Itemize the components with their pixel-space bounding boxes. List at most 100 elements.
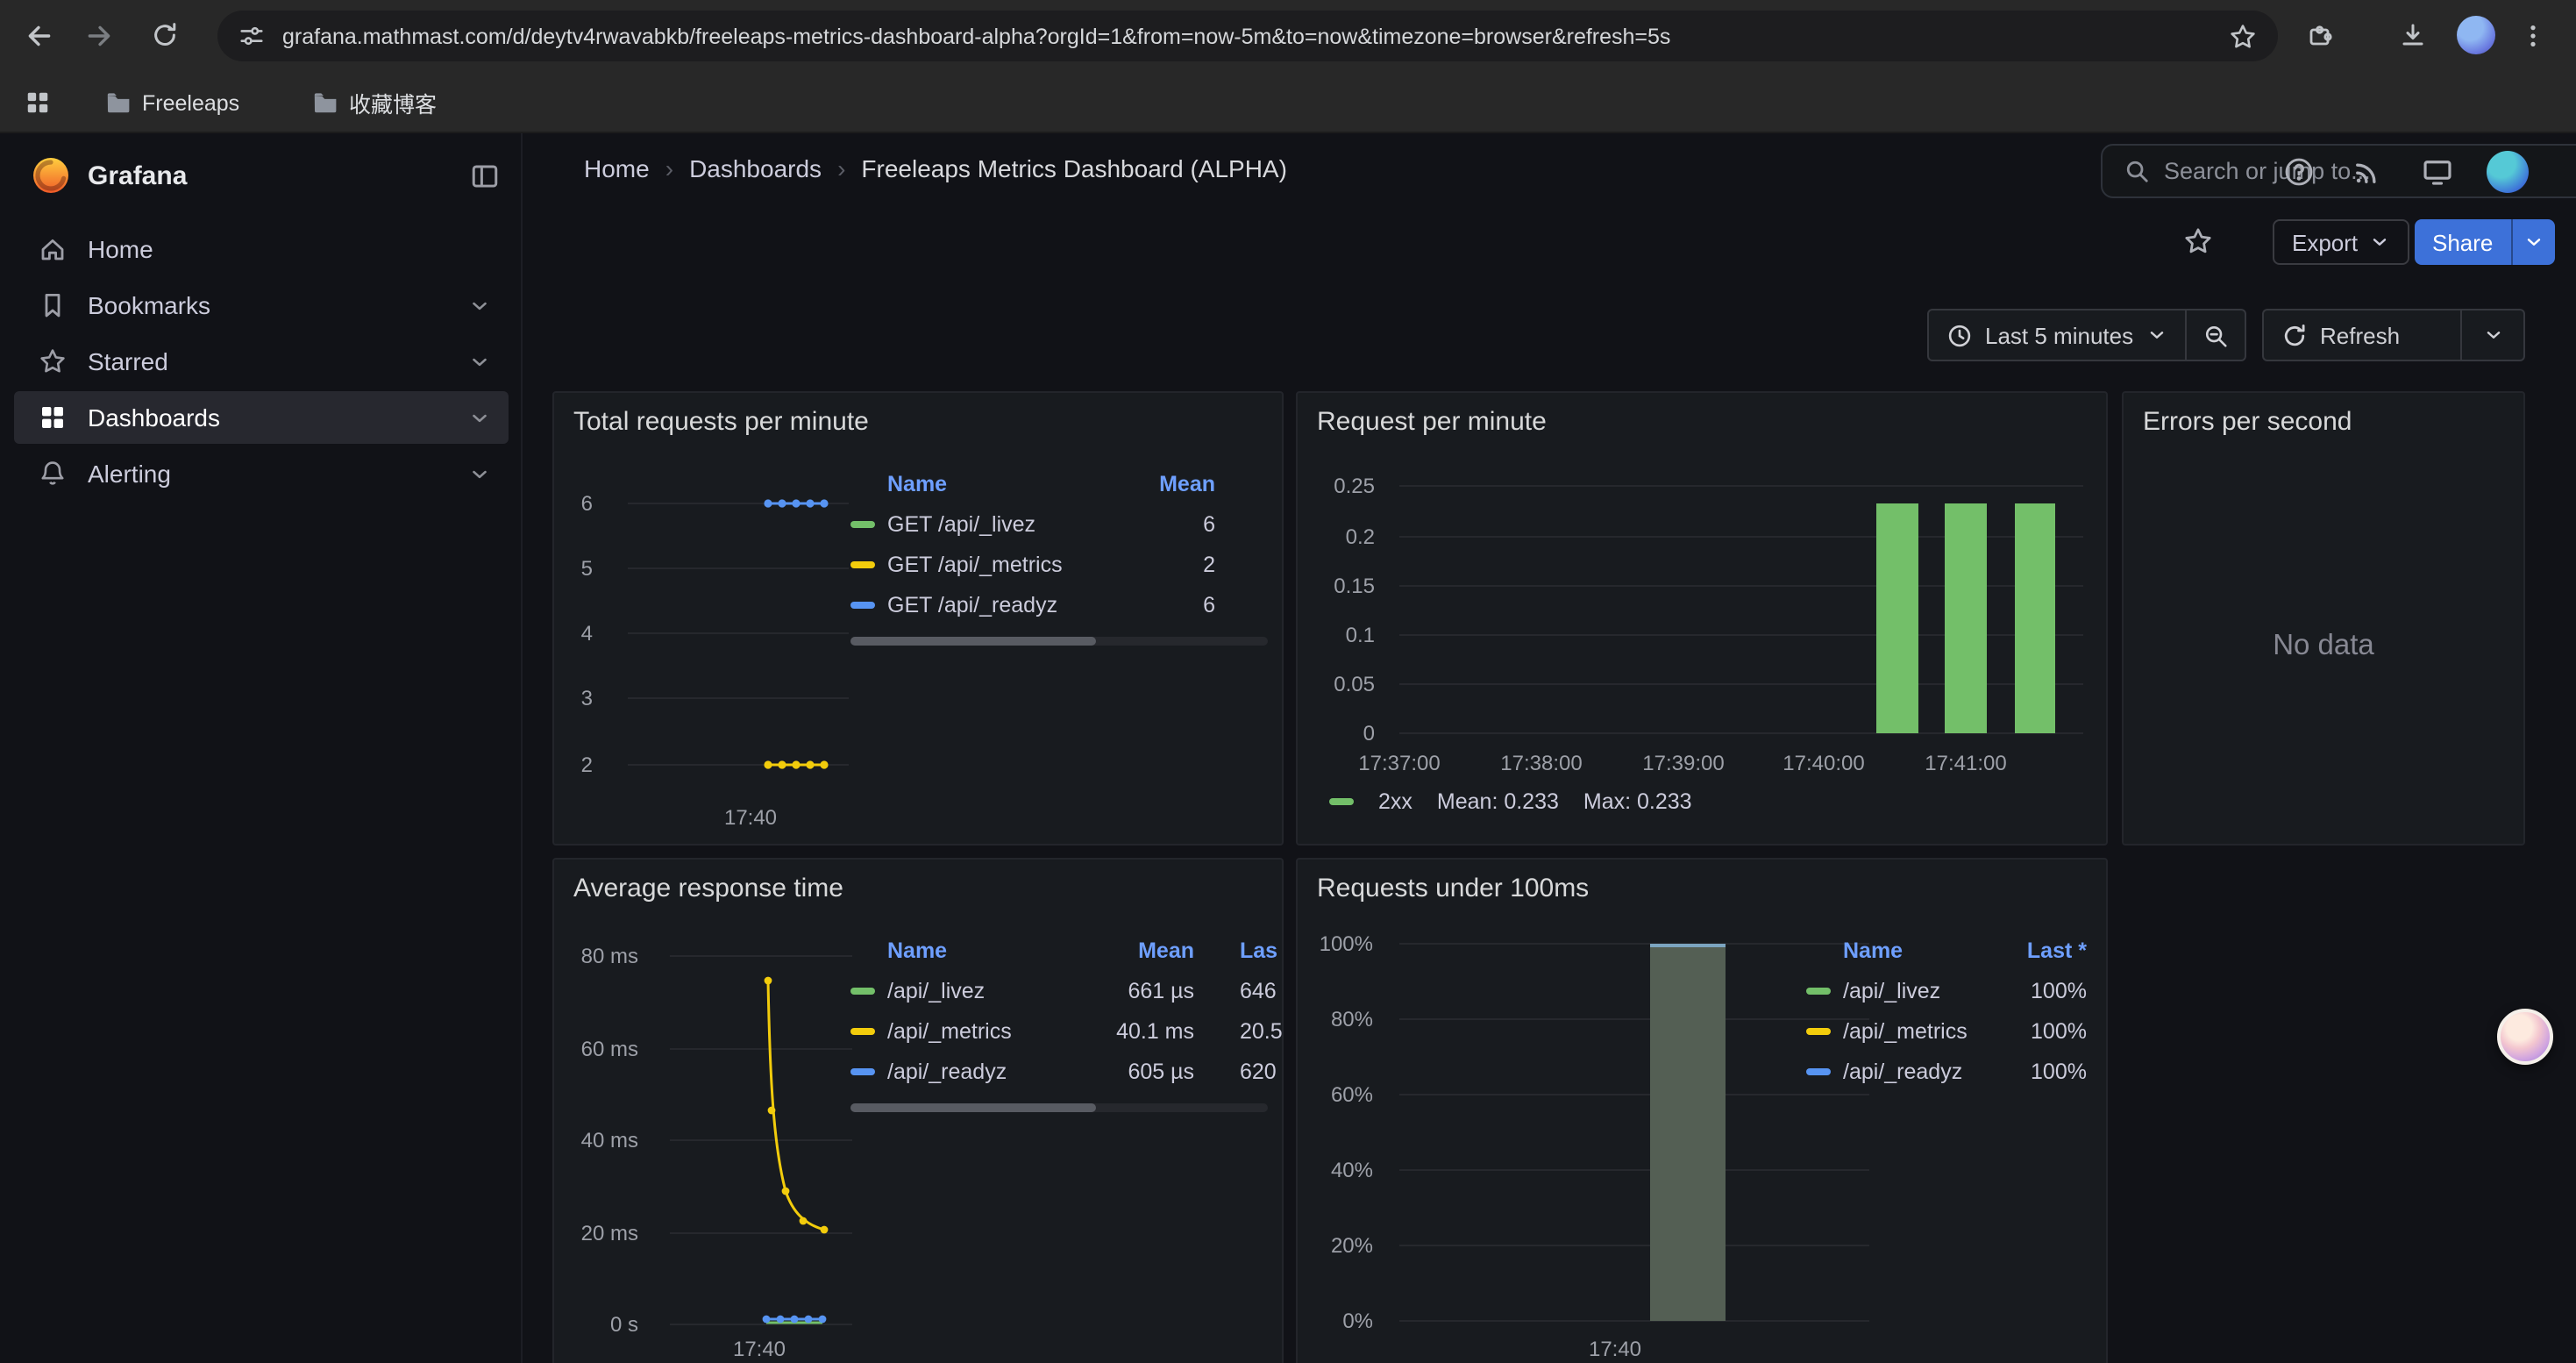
under-100ms-chart[interactable]: [1378, 937, 1869, 1333]
x-tick: 17:40: [724, 803, 777, 831]
downloads-icon[interactable]: [2390, 12, 2436, 58]
sidebar-item-dashboards[interactable]: Dashboards: [14, 391, 509, 444]
legend-col-mean[interactable]: Mean: [1096, 938, 1194, 963]
site-controls-icon[interactable]: [238, 23, 265, 49]
legend-row[interactable]: /api/_readyz 100%: [1806, 1051, 2087, 1091]
series-mean: 2: [1145, 552, 1215, 576]
refresh-controls: Refresh: [2262, 309, 2525, 361]
total-requests-chart[interactable]: [596, 484, 849, 782]
chevron-down-icon[interactable]: [468, 406, 491, 429]
breadcrumb-home[interactable]: Home: [584, 154, 650, 182]
zoom-out-button[interactable]: [2186, 309, 2245, 361]
avg-response-time-chart[interactable]: [642, 944, 852, 1338]
news-rss-icon[interactable]: [2352, 156, 2383, 188]
browser-profile-avatar[interactable]: [2453, 12, 2499, 58]
sidebar-item-bookmarks[interactable]: Bookmarks: [14, 279, 509, 332]
chevron-down-icon[interactable]: [468, 294, 491, 317]
legend-col-name[interactable]: Name: [887, 938, 1096, 963]
legend-scrollbar[interactable]: [850, 637, 1268, 646]
y-tick: 60%: [1306, 1081, 1373, 1109]
legend-row[interactable]: /api/_metrics 100%: [1806, 1010, 2087, 1051]
y-tick: 0.25: [1305, 472, 1375, 500]
bookmark-star-icon[interactable]: [2229, 22, 2257, 50]
panel-title[interactable]: Requests under 100ms: [1317, 874, 1589, 903]
x-tick: 17:37:00: [1358, 749, 1440, 777]
legend-row[interactable]: /api/_metrics 40.1 ms 20.5 r: [850, 1010, 1284, 1051]
y-tick: 3: [554, 684, 593, 712]
refresh-button[interactable]: Refresh: [2262, 309, 2462, 361]
series-mean: 6: [1145, 592, 1215, 617]
breadcrumb-current: Freeleaps Metrics Dashboard (ALPHA): [861, 154, 1287, 182]
apps-grid-icon[interactable]: [14, 79, 60, 125]
series-mean: 605 µs: [1096, 1059, 1194, 1083]
browser-reload-icon[interactable]: [142, 12, 188, 58]
share-dropdown-chevron-icon[interactable]: [2510, 219, 2554, 265]
series-name[interactable]: GET /api/_metrics: [887, 552, 1145, 576]
sidebar-collapse-icon[interactable]: [470, 161, 500, 191]
legend-row[interactable]: /api/_livez 100%: [1806, 970, 2087, 1010]
breadcrumb-dashboards[interactable]: Dashboards: [689, 154, 822, 182]
legend-col-last[interactable]: Last *: [2010, 938, 2087, 963]
series-last: 620: [1194, 1059, 1284, 1083]
legend-row[interactable]: /api/_livez 661 µs 646: [850, 970, 1284, 1010]
legend-col-name[interactable]: Name: [1843, 938, 2010, 963]
address-bar[interactable]: grafana.mathmast.com/d/deytv4rwavabkb/fr…: [217, 11, 2278, 61]
legend-row[interactable]: GET /api/_metrics 2: [850, 544, 1268, 584]
bookmark-label: Freeleaps: [142, 90, 239, 115]
series-name[interactable]: GET /api/_readyz: [887, 592, 1145, 617]
series-name[interactable]: /api/_readyz: [1843, 1059, 2010, 1083]
panel-title[interactable]: Total requests per minute: [573, 407, 869, 437]
browser-forward-icon[interactable]: [75, 12, 121, 58]
sidebar-item-starred[interactable]: Starred: [14, 335, 509, 388]
bookmark-folder-blog[interactable]: 收藏博客: [302, 82, 447, 123]
breadcrumb: Home › Dashboards › Freeleaps Metrics Da…: [584, 154, 1287, 182]
sidebar-item-home[interactable]: Home: [14, 223, 509, 275]
series-mean: 40.1 ms: [1096, 1018, 1194, 1043]
series-name[interactable]: 2xx: [1378, 789, 1413, 814]
share-label: Share: [2415, 219, 2510, 265]
refresh-interval-dropdown[interactable]: [2462, 309, 2525, 361]
share-button[interactable]: Share: [2415, 219, 2554, 265]
dashboard-toolbar: Export Share: [523, 209, 2576, 277]
display-icon[interactable]: [2422, 156, 2453, 188]
sidebar-item-alerting[interactable]: Alerting: [14, 447, 509, 500]
series-color-dash: [1806, 987, 1831, 994]
series-color-dash: [1329, 798, 1354, 805]
legend-row[interactable]: /api/_readyz 605 µs 620: [850, 1051, 1284, 1091]
y-tick: 40%: [1306, 1156, 1373, 1184]
time-range-picker[interactable]: Last 5 minutes: [1927, 309, 2186, 361]
help-icon[interactable]: [2283, 156, 2315, 188]
series-name[interactable]: /api/_metrics: [1843, 1018, 2010, 1043]
floating-assistant-avatar[interactable]: [2497, 1009, 2553, 1065]
legend-col-name[interactable]: Name: [887, 472, 1145, 496]
chevron-down-icon[interactable]: [468, 350, 491, 373]
x-tick: 17:38:00: [1500, 749, 1582, 777]
panel-title[interactable]: Request per minute: [1317, 407, 1547, 437]
export-button[interactable]: Export: [2273, 219, 2409, 265]
panel-title[interactable]: Average response time: [573, 874, 843, 903]
user-avatar[interactable]: [2487, 151, 2529, 193]
request-per-minute-chart[interactable]: [1382, 477, 2083, 740]
legend-col-mean[interactable]: Mean: [1145, 472, 1215, 496]
grafana-logo[interactable]: [30, 154, 72, 196]
series-name[interactable]: /api/_livez: [887, 978, 1096, 1003]
legend-row[interactable]: GET /api/_readyz 6: [850, 584, 1268, 624]
legend-table: Name Last * /api/_livez 100% /api/_metri…: [1806, 931, 2087, 1091]
series-name[interactable]: /api/_metrics: [887, 1018, 1096, 1043]
legend-scrollbar[interactable]: [850, 1103, 1268, 1112]
chevron-down-icon[interactable]: [468, 462, 491, 485]
series-color-dash: [1806, 1067, 1831, 1074]
extensions-puzzle-icon[interactable]: [2297, 12, 2343, 58]
bookmark-folder-freeleaps[interactable]: Freeleaps: [95, 82, 250, 123]
series-name[interactable]: GET /api/_livez: [887, 511, 1145, 536]
browser-back-icon[interactable]: [16, 12, 61, 58]
panel-title[interactable]: Errors per second: [2143, 407, 2352, 437]
legend-col-last[interactable]: Las: [1194, 938, 1284, 963]
series-name[interactable]: /api/_readyz: [887, 1059, 1096, 1083]
screen: grafana.mathmast.com/d/deytv4rwavabkb/fr…: [0, 0, 2576, 1363]
series-name[interactable]: /api/_livez: [1843, 978, 2010, 1003]
browser-menu-icon[interactable]: [2509, 12, 2555, 58]
series-color-dash: [850, 1027, 875, 1034]
legend-row[interactable]: GET /api/_livez 6: [850, 503, 1268, 544]
favorite-star-icon[interactable]: [2183, 226, 2213, 256]
